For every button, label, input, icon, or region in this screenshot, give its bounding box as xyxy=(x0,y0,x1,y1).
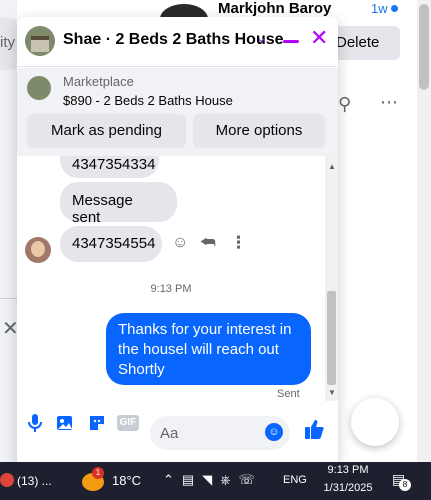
more-dots-icon[interactable]: ⋯ xyxy=(380,92,399,113)
gif-icon[interactable]: GIF xyxy=(117,415,139,431)
sent-status: Sent xyxy=(277,388,300,400)
image-icon[interactable] xyxy=(55,413,75,433)
incoming-message[interactable]: 4347354334 xyxy=(60,156,159,178)
message-composer: GIF ☺ xyxy=(17,406,338,462)
contact-time-text: 1w xyxy=(371,1,388,16)
outgoing-message[interactable]: Thanks for your interest in the housel w… xyxy=(106,313,311,385)
more-vertical-icon[interactable]: ⋮ xyxy=(230,233,247,253)
taskbar-app-label: (13) ... xyxy=(17,474,52,488)
more-options-button[interactable]: More options xyxy=(193,114,325,148)
marketplace-listing: Marketplace $890 - 2 Beds 2 Baths House … xyxy=(17,68,338,156)
chat-title[interactable]: Shae · 2 Beds 2 Baths House xyxy=(63,31,284,49)
clock-date[interactable]: 1/31/2025 xyxy=(317,482,379,494)
close-icon[interactable]: ✕ xyxy=(310,27,328,49)
incoming-message[interactable]: 4347354554 xyxy=(60,226,162,262)
contact-time: 1w xyxy=(371,1,398,16)
notification-count: 8 xyxy=(399,479,411,491)
chat-avatar[interactable] xyxy=(25,26,55,56)
scroll-down-arrow-icon[interactable]: ▼ xyxy=(328,388,336,397)
thumbs-up-icon[interactable] xyxy=(304,418,326,444)
incoming-message[interactable]: Message sent xyxy=(60,182,177,226)
reply-icon[interactable]: ⮪ xyxy=(200,233,216,253)
scroll-up-arrow-icon[interactable]: ▲ xyxy=(328,162,336,171)
background-divider xyxy=(0,298,17,299)
temperature[interactable]: 18°C xyxy=(112,473,141,488)
unread-dot-icon xyxy=(390,5,398,12)
delete-button[interactable]: Delete xyxy=(330,26,400,60)
minimize-icon[interactable] xyxy=(283,40,299,43)
language-indicator[interactable]: ENG xyxy=(283,474,307,486)
microphone-icon[interactable] xyxy=(25,413,45,433)
mark-as-pending-button[interactable]: Mark as pending xyxy=(27,114,186,148)
listing-thumbnail[interactable] xyxy=(27,76,51,100)
message-thread[interactable]: 4347354334 Message sent 4347354554 ☺ ⮪ ⋮… xyxy=(17,156,325,401)
page-scrollbar-thumb[interactable] xyxy=(419,4,429,90)
emoji-icon[interactable]: ☺ xyxy=(265,423,283,441)
taskbar: (13) ... 1 18°C ⌃▤◥⎈☏ ENG 9:13 PM 1/31/2… xyxy=(0,462,431,500)
listing-description[interactable]: $890 - 2 Beds 2 Baths House xyxy=(63,93,233,108)
chat-scrollbar-thumb[interactable] xyxy=(327,291,336,385)
weather-widget[interactable]: 1 xyxy=(82,467,106,493)
background-left-text: ity xyxy=(0,34,15,51)
sender-avatar[interactable] xyxy=(25,237,51,263)
search-icon[interactable]: ⚲ xyxy=(338,94,351,115)
system-tray-icons[interactable]: ⌃▤◥⎈☏ xyxy=(163,472,263,488)
taskbar-app[interactable]: (13) ... xyxy=(0,473,52,488)
message-timestamp: 9:13 PM xyxy=(150,283,192,295)
chat-header: Shae · 2 Beds 2 Baths House ⌄ ✕ xyxy=(17,17,338,67)
contact-name[interactable]: Markjohn Baroy xyxy=(218,0,331,17)
react-emoji-icon[interactable]: ☺ xyxy=(172,234,188,252)
sticker-icon[interactable] xyxy=(87,413,107,433)
floating-round-button[interactable] xyxy=(351,398,399,446)
chevron-down-icon[interactable]: ⌄ xyxy=(256,30,267,46)
chrome-icon xyxy=(0,473,14,487)
weather-badge: 1 xyxy=(92,467,104,479)
clock-time[interactable]: 9:13 PM xyxy=(320,464,376,476)
chat-window: Shae · 2 Beds 2 Baths House ⌄ ✕ Marketpl… xyxy=(17,17,338,462)
listing-label: Marketplace xyxy=(63,74,134,89)
